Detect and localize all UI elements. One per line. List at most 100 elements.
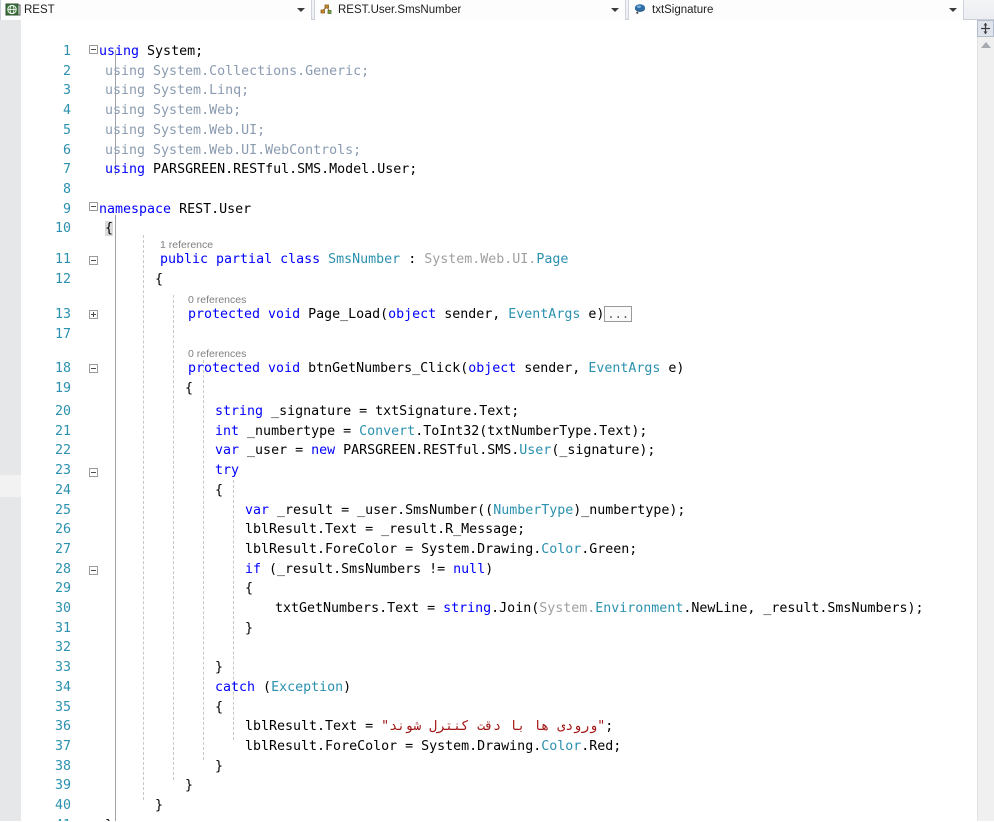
line-number: 1: [21, 42, 71, 62]
project-dropdown[interactable]: REST: [0, 0, 312, 20]
code-line[interactable]: 8: [21, 180, 977, 200]
project-globe-icon: [5, 3, 21, 17]
line-number: 35: [21, 698, 71, 718]
code-line[interactable]: 32: [21, 638, 977, 658]
code-line[interactable]: 25 var _result = _user.SmsNumber((Number…: [21, 501, 977, 521]
line-number: 32: [21, 638, 71, 658]
code-line[interactable]: 4 using System.Web;: [21, 101, 977, 121]
line-number: 34: [21, 678, 71, 698]
code-line[interactable]: 13 protected void Page_Load(object sende…: [21, 305, 977, 325]
code-line[interactable]: 1 using System;: [21, 42, 977, 62]
line-number: 19: [21, 379, 71, 399]
line-number: 29: [21, 579, 71, 599]
code-line[interactable]: 12 {: [21, 270, 977, 290]
line-number: 36: [21, 717, 71, 737]
code-line[interactable]: 39 }: [21, 776, 977, 796]
code-line[interactable]: 26 lblResult.Text = _result.R_Message;: [21, 520, 977, 540]
line-number: 13: [21, 305, 71, 325]
code-line-text: }: [215, 757, 223, 777]
code-line-text: }: [245, 619, 253, 639]
vertical-scrollbar[interactable]: [977, 20, 994, 821]
line-number: 20: [21, 402, 71, 422]
line-number: 6: [21, 141, 71, 161]
code-line[interactable]: 29 {: [21, 579, 977, 599]
code-line-text: using System;: [99, 42, 203, 62]
member-dropdown[interactable]: txtSignature: [628, 0, 964, 20]
line-number: 40: [21, 796, 71, 816]
code-line[interactable]: 2 using System.Collections.Generic;: [21, 62, 977, 82]
code-line[interactable]: 20 string _signature = txtSignature.Text…: [21, 402, 977, 422]
code-line-text: }: [155, 796, 163, 816]
code-line[interactable]: 33 }: [21, 658, 977, 678]
chevron-down-icon[interactable]: [611, 8, 619, 12]
line-number: 25: [21, 501, 71, 521]
code-line[interactable]: 37 lblResult.ForeColor = System.Drawing.…: [21, 737, 977, 757]
collapsed-region-marker[interactable]: ...: [604, 306, 632, 322]
field-icon: [633, 3, 649, 17]
code-line[interactable]: 17: [21, 325, 977, 345]
code-line[interactable]: 5 using System.Web.UI;: [21, 121, 977, 141]
project-name-label: REST: [24, 1, 55, 19]
scroll-up-arrow-icon[interactable]: [981, 42, 991, 48]
code-line[interactable]: 19 {: [21, 379, 977, 399]
chevron-down-icon[interactable]: [949, 8, 957, 12]
code-line[interactable]: 28 if (_result.SmsNumbers != null): [21, 560, 977, 580]
code-line[interactable]: 23 try: [21, 461, 977, 481]
code-line[interactable]: 18 protected void btnGetNumbers_Click(ob…: [21, 359, 977, 379]
code-line-text: }: [105, 816, 113, 821]
code-line[interactable]: 9 namespace REST.User: [21, 200, 977, 220]
code-line-text: public partial class SmsNumber : System.…: [160, 250, 568, 270]
code-line-text: lblResult.ForeColor = System.Drawing.Col…: [245, 540, 637, 560]
line-number: 4: [21, 101, 71, 121]
line-number: 5: [21, 121, 71, 141]
code-line-text: using System.Web;: [105, 101, 241, 121]
selection-margin: [0, 20, 21, 821]
type-name-label: REST.User.SmsNumber: [338, 1, 461, 19]
line-number: 26: [21, 520, 71, 540]
code-line-text: if (_result.SmsNumbers != null): [245, 560, 493, 580]
code-editor[interactable]: 1 using System; 2 using System.Collectio…: [0, 20, 994, 821]
code-line[interactable]: 38 }: [21, 757, 977, 777]
code-line[interactable]: 27 lblResult.ForeColor = System.Drawing.…: [21, 540, 977, 560]
line-number: 3: [21, 81, 71, 101]
code-surface[interactable]: 1 using System; 2 using System.Collectio…: [21, 20, 977, 821]
code-line[interactable]: 6 using System.Web.UI.WebControls;: [21, 141, 977, 161]
code-line-text: lblResult.Text = _result.R_Message;: [245, 520, 525, 540]
code-line[interactable]: 30 txtGetNumbers.Text = string.Join(Syst…: [21, 599, 977, 619]
code-line-text: lblResult.ForeColor = System.Drawing.Col…: [245, 737, 621, 757]
code-line[interactable]: 35 {: [21, 698, 977, 718]
line-number: 22: [21, 441, 71, 461]
line-number: 9: [21, 200, 71, 220]
persian-string-literal: ورودی ها با دقت کنترل شوند: [389, 719, 597, 734]
line-number: 2: [21, 62, 71, 82]
code-line-text: using PARSGREEN.RESTful.SMS.Model.User;: [105, 160, 417, 180]
code-line-text: catch (Exception): [215, 678, 351, 698]
line-number: 41: [21, 816, 71, 821]
type-dropdown[interactable]: REST.User.SmsNumber: [314, 0, 626, 20]
code-line[interactable]: 7 using PARSGREEN.RESTful.SMS.Model.User…: [21, 160, 977, 180]
line-number: 27: [21, 540, 71, 560]
code-line-text: {: [155, 270, 163, 290]
code-line[interactable]: 3 using System.Linq;: [21, 81, 977, 101]
line-number: 23: [21, 461, 71, 481]
code-line[interactable]: 40 }: [21, 796, 977, 816]
code-line-text: }: [215, 658, 223, 678]
code-line-text: using System.Linq;: [105, 81, 249, 101]
code-line[interactable]: 22 var _user = new PARSGREEN.RESTful.SMS…: [21, 441, 977, 461]
code-line[interactable]: 21 int _numbertype = Convert.ToInt32(txt…: [21, 422, 977, 442]
code-line[interactable]: 41 }: [21, 816, 977, 821]
code-line[interactable]: 24 {: [21, 481, 977, 501]
chevron-down-icon[interactable]: [297, 8, 305, 12]
code-line-text: protected void Page_Load(object sender, …: [188, 305, 632, 325]
split-view-button[interactable]: [977, 20, 994, 37]
code-line[interactable]: 11 public partial class SmsNumber : Syst…: [21, 250, 977, 270]
line-number: 18: [21, 359, 71, 379]
code-line-text: protected void btnGetNumbers_Click(objec…: [188, 359, 684, 379]
code-line[interactable]: 34 catch (Exception): [21, 678, 977, 698]
line-number: 39: [21, 776, 71, 796]
code-line-text: using System.Web.UI.WebControls;: [105, 141, 361, 161]
code-line-text: using System.Web.UI;: [105, 121, 265, 141]
code-line[interactable]: 31 }: [21, 619, 977, 639]
code-line[interactable]: 36 lblResult.Text = "ورودی ها با دقت کنت…: [21, 717, 977, 737]
line-number: 24: [21, 481, 71, 501]
